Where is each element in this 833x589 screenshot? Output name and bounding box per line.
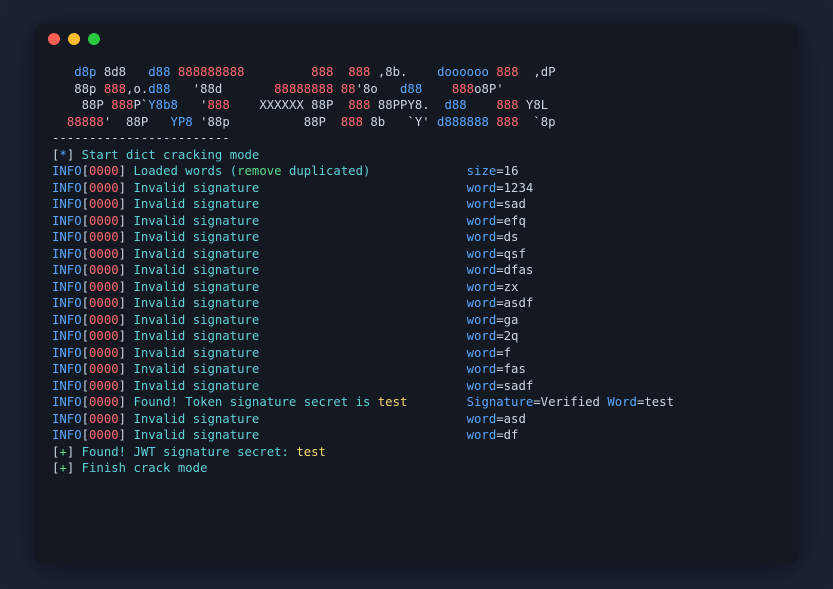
terminal-output: d8p 8d8 d88 888888888 888 888 ,8b. doooo…	[34, 54, 799, 495]
close-dot[interactable]	[48, 33, 60, 45]
zoom-dot[interactable]	[88, 33, 100, 45]
minimize-dot[interactable]	[68, 33, 80, 45]
terminal-window: d8p 8d8 d88 888888888 888 888 ,8b. doooo…	[34, 24, 799, 565]
titlebar	[34, 24, 799, 54]
